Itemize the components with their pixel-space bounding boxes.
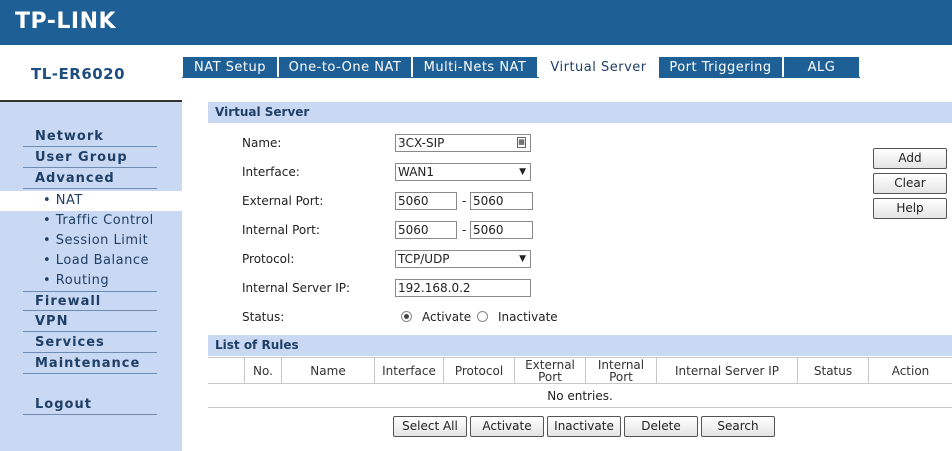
name-label: Name: xyxy=(242,136,282,150)
server-ip-input[interactable]: 192.168.0.2 xyxy=(395,279,531,297)
column-header-action: Action xyxy=(868,358,952,384)
status-activate-radio[interactable] xyxy=(401,311,412,322)
tab-multi-nets-nat[interactable]: Multi-Nets NAT xyxy=(413,57,538,77)
server-ip-label: Internal Server IP: xyxy=(242,281,351,295)
sidebar-item-traffic-control[interactable]: • Traffic Control xyxy=(43,213,154,228)
delete-button[interactable]: Delete xyxy=(624,416,698,437)
search-button[interactable]: Search xyxy=(701,416,775,437)
protocol-select[interactable]: TCP/UDP ▼ xyxy=(395,250,531,268)
interface-label: Interface: xyxy=(242,165,300,179)
internal-port-from-input[interactable]: 5060 xyxy=(395,221,457,239)
activate-button[interactable]: Activate xyxy=(470,416,544,437)
column-header-external-port: External Port xyxy=(514,358,585,384)
tab-port-triggering[interactable]: Port Triggering xyxy=(659,57,783,77)
column-header-protocol: Protocol xyxy=(443,358,514,384)
dropdown-arrow-icon: ▼ xyxy=(519,167,526,177)
tab-nat-setup[interactable]: NAT Setup xyxy=(183,57,278,77)
external-port-to-input[interactable]: 5060 xyxy=(470,192,533,210)
top-banner: TP-LINK xyxy=(0,0,952,45)
sidebar-item-logout[interactable]: Logout xyxy=(23,395,157,415)
add-button[interactable]: Add xyxy=(873,148,947,169)
sidebar: Network User Group Advanced • NAT • Traf… xyxy=(0,102,182,451)
column-header-name: Name xyxy=(281,358,374,384)
tab-virtual-server[interactable]: Virtual Server xyxy=(539,57,659,78)
help-button[interactable]: Help xyxy=(873,198,947,219)
dropdown-arrow-icon: ▼ xyxy=(519,254,526,264)
sidebar-item-vpn[interactable]: VPN xyxy=(23,312,157,332)
column-header-internal-port: Internal Port xyxy=(585,358,656,384)
clear-button[interactable]: Clear xyxy=(873,173,947,194)
tab-one-to-one-nat[interactable]: One-to-One NAT xyxy=(279,57,412,77)
name-input[interactable]: 3CX-SIP ▦ xyxy=(395,134,531,152)
protocol-label: Protocol: xyxy=(242,252,295,266)
sidebar-item-load-balance[interactable]: • Load Balance xyxy=(43,253,149,268)
sidebar-item-services[interactable]: Services xyxy=(23,333,157,353)
internal-port-label: Internal Port: xyxy=(242,223,320,237)
status-inactivate-radio[interactable] xyxy=(477,311,488,322)
column-header-interface: Interface xyxy=(374,358,443,384)
range-dash: - xyxy=(462,223,467,237)
name-value: 3CX-SIP xyxy=(398,136,445,150)
status-activate-label: Activate xyxy=(422,310,472,324)
external-port-label: External Port: xyxy=(242,194,324,208)
column-header-no: No. xyxy=(244,358,281,384)
interface-value: WAN1 xyxy=(398,165,435,179)
sidebar-item-nat[interactable]: • NAT xyxy=(0,191,182,211)
sidebar-item-session-limit[interactable]: • Session Limit xyxy=(43,233,148,248)
status-inactivate-label: Inactivate xyxy=(498,310,558,324)
status-label: Status: xyxy=(242,310,285,324)
protocol-value: TCP/UDP xyxy=(398,252,450,266)
interface-select[interactable]: WAN1 ▼ xyxy=(395,163,531,181)
keyboard-icon: ▦ xyxy=(517,137,526,148)
column-header-status: Status xyxy=(797,358,868,384)
rules-empty-row: No entries. xyxy=(208,384,952,408)
model-panel: TL-ER6020 xyxy=(0,45,182,102)
sidebar-item-maintenance[interactable]: Maintenance xyxy=(23,354,157,374)
range-dash: - xyxy=(462,194,467,208)
tab-alg[interactable]: ALG xyxy=(784,57,860,77)
rules-table-header: No. Name Interface Protocol External Por… xyxy=(208,357,952,384)
sidebar-item-firewall[interactable]: Firewall xyxy=(23,291,157,311)
column-header-internal-server-ip: Internal Server IP xyxy=(656,358,797,384)
internal-port-to-input[interactable]: 5060 xyxy=(470,221,533,239)
select-all-button[interactable]: Select All xyxy=(393,416,467,437)
tabs-underline xyxy=(182,77,860,78)
external-port-from-input[interactable]: 5060 xyxy=(395,192,457,210)
column-header-select xyxy=(208,358,244,384)
sidebar-item-network[interactable]: Network xyxy=(23,127,157,147)
sidebar-item-user-group[interactable]: User Group xyxy=(23,148,157,168)
sidebar-item-advanced[interactable]: Advanced xyxy=(23,169,157,189)
section-header-virtual-server: Virtual Server xyxy=(208,102,952,123)
sidebar-item-label: • NAT xyxy=(43,193,83,208)
brand-logo: TP-LINK xyxy=(15,9,117,34)
section-header-list-of-rules: List of Rules xyxy=(208,335,952,356)
model-name: TL-ER6020 xyxy=(31,65,126,83)
sidebar-item-routing[interactable]: • Routing xyxy=(43,273,109,288)
inactivate-button[interactable]: Inactivate xyxy=(547,416,621,437)
